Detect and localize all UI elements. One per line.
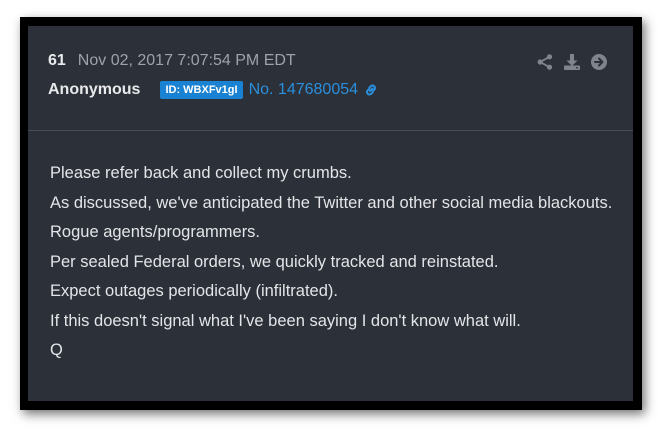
author-row: Anonymous ID: WBXFv1gI No. 147680054 xyxy=(48,81,379,99)
post-line: Expect outages periodically (infiltrated… xyxy=(50,282,338,300)
post-header: 61 Nov 02, 2017 7:07:54 PM EDT Anonymous… xyxy=(28,26,633,131)
post-line: Please refer back and collect my crumbs. xyxy=(50,164,352,182)
post-link-text[interactable]: No. 147680054 xyxy=(249,81,358,99)
post-line: As discussed, we've anticipated the Twit… xyxy=(50,193,613,212)
share-icon[interactable] xyxy=(536,53,554,71)
link-icon[interactable] xyxy=(363,82,379,98)
post-body: Please refer back and collect my crumbs.… xyxy=(50,159,620,366)
author-name: Anonymous xyxy=(48,81,141,98)
post-date: Nov 02, 2017 7:07:54 PM EDT xyxy=(77,52,296,69)
arrow-right-circle-icon[interactable] xyxy=(590,53,608,71)
post-meta: 61 Nov 02, 2017 7:07:54 PM EDT xyxy=(48,52,296,70)
post-number: 61 xyxy=(48,52,66,69)
post-line: Rogue agents/programmers. xyxy=(50,223,261,241)
post-signature: Q xyxy=(50,341,63,359)
post-actions xyxy=(536,53,608,71)
post-line: Per sealed Federal orders, we quickly tr… xyxy=(50,252,499,271)
id-badge[interactable]: ID: WBXFv1gI xyxy=(160,81,243,99)
post-link[interactable]: No. 147680054 xyxy=(249,81,379,99)
post-line: If this doesn't signal what I've been sa… xyxy=(50,311,521,330)
download-icon[interactable] xyxy=(563,53,581,71)
post-card: 61 Nov 02, 2017 7:07:54 PM EDT Anonymous… xyxy=(28,26,633,401)
